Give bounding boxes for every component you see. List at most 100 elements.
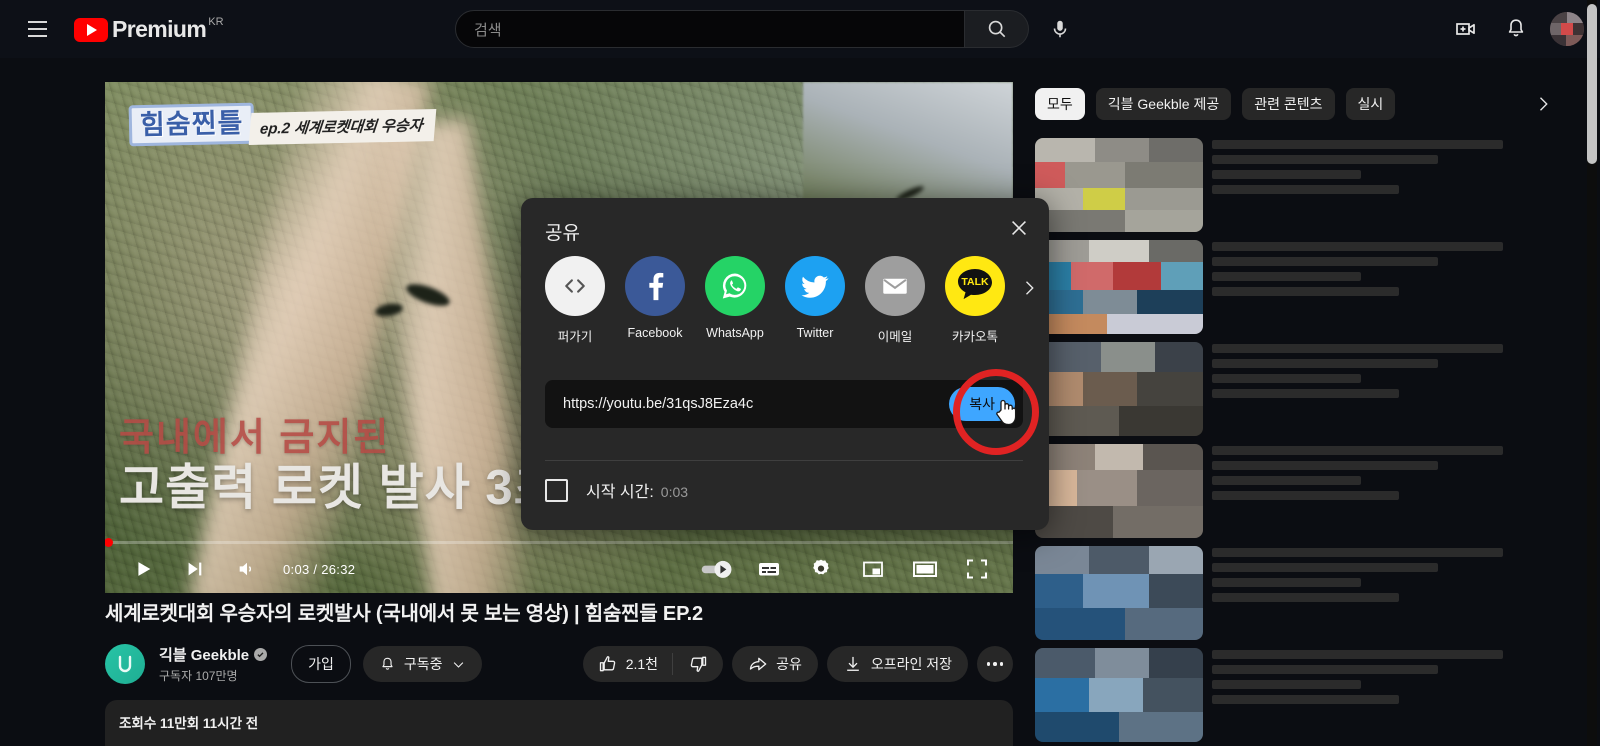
close-button[interactable] [1003,212,1035,244]
progress-bar[interactable] [105,538,1013,547]
chip-all[interactable]: 모두 [1035,88,1085,120]
list-item[interactable] [1035,240,1535,334]
share-dialog-header: 공유 [521,198,1049,256]
recommended-videos-list [1035,138,1535,742]
copy-button[interactable]: 복사 [949,387,1015,421]
verified-badge-icon [254,648,268,661]
share-targets-row: 퍼가기 Facebook WhatsApp Twitter 이메일 TALK 카… [521,256,1049,345]
video-meta: 세계로켓대회 우승자의 로켓발사 (국내에서 못 보는 영상) | 힘숨찐들 E… [105,600,1013,684]
search-placeholder: 검색 [474,21,502,39]
hamburger-menu-icon[interactable] [17,9,57,49]
video-channel-line [1212,374,1361,383]
page-title: 세계로켓대회 우승자의 로켓발사 (국내에서 못 보는 영상) | 힘숨찐들 E… [105,603,703,625]
twitter-icon [785,256,845,316]
share-dialog-title: 공유 [545,223,580,244]
player-controls-left: 0:03 / 26:32 [121,547,355,591]
code-brackets-icon [565,279,585,293]
chip-related[interactable]: 관련 콘텐츠 [1242,88,1335,120]
twitter-bird-glyph [801,275,829,298]
share-targets-next-button[interactable] [1015,274,1043,302]
next-video-button[interactable] [173,547,217,591]
description-box[interactable]: 조회수 11만회 11시간 전 [105,700,1013,746]
notifications-button[interactable] [1496,9,1536,49]
share-target-email[interactable]: 이메일 [865,256,925,345]
list-item[interactable] [1035,138,1535,232]
share-dialog: 공유 퍼가기 Facebook WhatsApp Twitter 이메일 TAL… [521,198,1049,530]
video-title-line [1212,563,1439,572]
chips-next-button[interactable] [1529,90,1557,118]
video-stats-line [1212,287,1400,296]
video-show-logo: 힘숨찐틀 [128,102,255,147]
next-video-icon [188,562,202,576]
video-title-line [1212,359,1439,368]
more-horizontal-icon [986,662,1004,666]
player-controls-right [695,547,999,591]
progress-knob[interactable] [105,538,113,547]
video-title-line [1212,242,1503,251]
youtube-watch-page: Premium KR 검색 힘숨찐틀 ep.2 세계로켓대회 우승자 국내에서 … [0,0,1600,746]
video-channel-line [1212,272,1361,281]
search-input[interactable]: 검색 [455,10,965,48]
channel-meta: 긱블 Geekble 구독자 107만명 [159,644,268,684]
video-title-line [1212,446,1503,455]
subtitles-button[interactable] [747,547,791,591]
dislike-button[interactable] [673,646,723,682]
start-time-text: 시작 시간: 0:03 [586,478,688,502]
header-right-controls [1446,9,1584,49]
video-stats-line [1212,593,1400,602]
create-video-icon [1456,23,1475,35]
list-item[interactable] [1035,648,1535,742]
chip-from-channel[interactable]: 긱블 Geekble 제공 [1095,88,1232,120]
autoplay-toggle-icon [701,560,732,578]
more-actions-button[interactable] [977,646,1013,682]
video-thumbnail [1035,648,1203,742]
channel-avatar[interactable] [105,644,145,684]
youtube-premium-logo[interactable]: Premium KR [74,15,224,43]
like-button[interactable]: 2.1천 [583,646,672,682]
share-target-whatsapp[interactable]: WhatsApp [705,256,765,340]
close-icon [1012,221,1026,235]
envelope-glyph [883,278,907,294]
video-thumbnail [1035,342,1203,436]
share-target-twitter[interactable]: Twitter [785,256,845,340]
avatar[interactable] [1550,12,1584,46]
list-item[interactable] [1035,342,1535,436]
create-video-button[interactable] [1446,9,1486,49]
list-item[interactable] [1035,546,1535,640]
scrollbar-thumb[interactable] [1587,4,1597,164]
play-icon [138,562,151,576]
search-button[interactable] [965,10,1029,48]
theater-mode-button[interactable] [903,547,947,591]
volume-button[interactable] [225,547,269,591]
subscribe-button[interactable]: 구독중 [362,646,482,682]
video-title-line [1212,140,1503,149]
microphone-icon [1053,20,1067,38]
masthead-header: Premium KR 검색 [0,0,1600,58]
play-button[interactable] [121,547,165,591]
video-text-lines [1212,444,1535,538]
share-target-facebook[interactable]: Facebook [625,256,685,340]
kakaotalk-icon: TALK [945,256,1005,316]
autoplay-toggle[interactable] [695,547,739,591]
channel-logo-icon [118,655,132,673]
settings-button[interactable] [799,547,843,591]
share-target-embed[interactable]: 퍼가기 [545,256,605,345]
chip-live[interactable]: 실시 [1345,88,1396,120]
download-button[interactable]: 오프라인 저장 [826,646,968,682]
video-title-line [1212,344,1503,353]
share-button[interactable]: 공유 [732,646,818,682]
share-target-kakaotalk[interactable]: TALK 카카오톡 [945,256,1005,345]
channel-name-line[interactable]: 긱블 Geekble [159,644,268,665]
video-thumbnail [1035,138,1203,232]
time-display: 0:03 / 26:32 [283,561,356,577]
list-item[interactable] [1035,444,1535,538]
fullscreen-button[interactable] [955,547,999,591]
miniplayer-button[interactable] [851,547,895,591]
join-button[interactable]: 가입 [291,645,351,683]
bell-icon [382,657,393,670]
start-time-label: 시작 시간: [586,484,654,501]
video-channel-line [1212,476,1361,485]
share-url-field[interactable]: https://youtu.be/31qsJ8Eza4c 복사 [545,380,1023,428]
voice-search-button[interactable] [1041,10,1079,48]
start-time-checkbox[interactable] [545,478,568,502]
